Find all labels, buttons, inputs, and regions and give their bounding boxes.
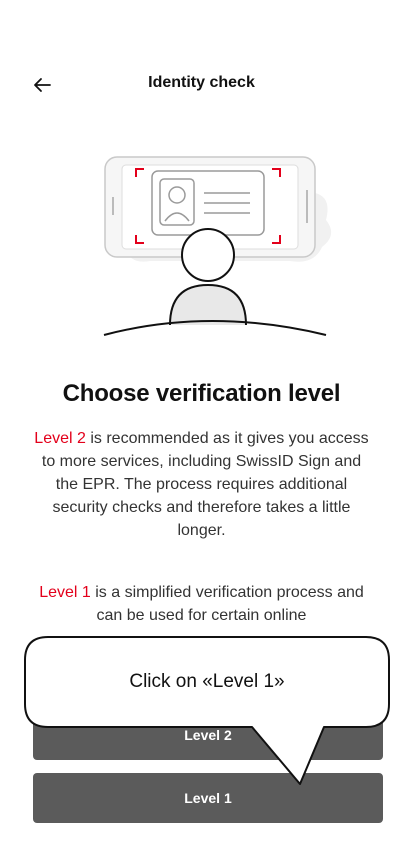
identity-check-screen: Identity check Choose verification level… [0,0,403,868]
choose-level-heading: Choose verification level [62,380,341,407]
page-title: Identity check [148,74,255,91]
level1-button[interactable]: Level 1 [33,773,383,823]
level1-description: Level 1 is a simplified verification pro… [30,581,373,627]
level1-highlight: Level 1 [39,584,91,601]
identity-verification-illustration [100,135,340,350]
level2-text: is recommended as it gives you access to… [41,430,369,539]
callout-text: Click on «Level 1» [129,671,285,692]
level2-button-label: Level 2 [184,727,232,743]
level1-button-label: Level 1 [184,790,232,806]
level2-description: Level 2 is recommended as it gives you a… [30,427,373,542]
level1-text: is a simplified verification process and… [90,584,364,624]
level2-highlight: Level 2 [34,430,86,447]
